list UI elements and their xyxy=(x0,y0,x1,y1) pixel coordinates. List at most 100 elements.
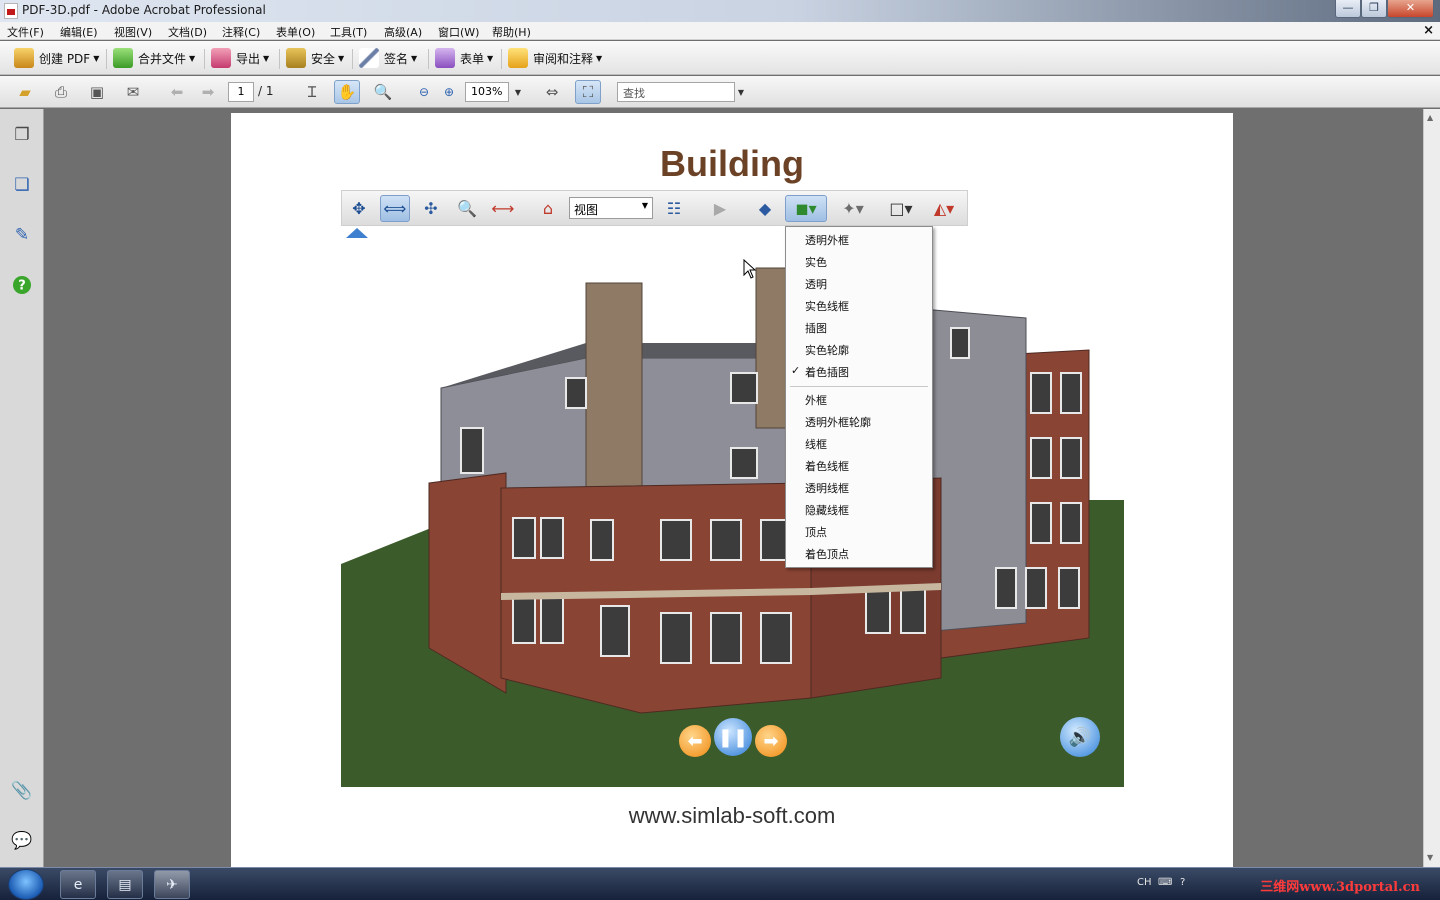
zoom-3d-icon[interactable]: 🔍 xyxy=(452,195,482,222)
menu-file[interactable]: 文件(F) xyxy=(7,24,44,40)
next-view-button[interactable]: ➡ xyxy=(755,725,787,757)
page-total-label: / 1 xyxy=(258,84,274,98)
render-mode-transparent-bounding-box-outline[interactable]: 透明外框轮廓 xyxy=(805,414,871,430)
fit-width-icon[interactable]: ⇔ xyxy=(539,80,565,104)
signatures-icon[interactable]: ✎ xyxy=(10,223,34,247)
watermark: 三维网www.3dportal.cn xyxy=(1260,880,1420,895)
render-mode-solid[interactable]: 实色 xyxy=(805,254,827,270)
render-mode-transparent-bounding-box[interactable]: 透明外框 xyxy=(805,232,849,248)
menu-view[interactable]: 视图(V) xyxy=(114,24,152,40)
spin-icon[interactable]: ⟺ xyxy=(380,195,410,222)
menu-edit[interactable]: 编辑(E) xyxy=(60,24,98,40)
pages-icon[interactable]: ❐ xyxy=(10,123,34,147)
close-document-icon[interactable]: × xyxy=(1423,23,1434,38)
menu-window[interactable]: 窗口(W) xyxy=(438,24,479,40)
page-number-input[interactable]: 1 xyxy=(228,82,254,102)
checkmark-icon: ✓ xyxy=(791,364,801,377)
website-url[interactable]: www.simlab-soft.com xyxy=(231,803,1233,829)
email-icon[interactable]: ✉ xyxy=(120,80,146,104)
menu-tools[interactable]: 工具(T) xyxy=(330,24,367,40)
pause-button[interactable]: ❚❚ xyxy=(714,718,752,756)
zoom-tool-icon[interactable]: 🔍 xyxy=(370,80,396,104)
zoom-dropdown-icon[interactable]: ▼ xyxy=(505,80,531,104)
forms-button[interactable]: 表单 ▼ xyxy=(435,46,493,70)
export-button[interactable]: 导出 ▼ xyxy=(211,46,269,70)
secure-button[interactable]: 安全 ▼ xyxy=(286,46,344,70)
render-mode-wireframe[interactable]: 线框 xyxy=(805,436,827,452)
projection-cube-icon[interactable]: ◆ xyxy=(750,195,780,222)
lighting-icon[interactable]: ✦▾ xyxy=(834,195,872,222)
combine-files-button[interactable]: 合并文件 ▼ xyxy=(113,46,195,70)
measure-icon[interactable]: ⟷ xyxy=(488,195,518,222)
maximize-button[interactable]: ❐ xyxy=(1361,0,1387,18)
ie-taskbar-icon[interactable]: e xyxy=(60,870,96,899)
render-mode-illustration[interactable]: 插图 xyxy=(805,320,827,336)
help-icon[interactable]: ? xyxy=(10,273,34,297)
comments-icon[interactable]: 💬 xyxy=(10,829,34,853)
pen-icon xyxy=(359,48,379,68)
previous-view-button[interactable]: ⬅ xyxy=(679,725,711,757)
render-mode-solid-outline[interactable]: 实色轮廓 xyxy=(805,342,849,358)
play-animation-icon[interactable]: ▶ xyxy=(705,195,735,222)
chevron-down-icon: ▼ xyxy=(411,53,418,63)
explorer-taskbar-icon[interactable]: ▤ xyxy=(107,870,143,899)
menu-advanced[interactable]: 高级(A) xyxy=(384,24,422,40)
language-indicator[interactable]: CH xyxy=(1137,877,1152,888)
window-title: PDF-3D.pdf - Adobe Acrobat Professional xyxy=(22,3,266,17)
acrobat-taskbar-icon[interactable]: ✈ xyxy=(154,870,190,899)
render-mode-transparent[interactable]: 透明 xyxy=(805,276,827,292)
render-mode-bounding-box[interactable]: 外框 xyxy=(805,392,827,408)
views-dropdown[interactable]: 视图 ▼ xyxy=(569,197,653,219)
render-mode-solid-wireframe[interactable]: 实色线框 xyxy=(805,298,849,314)
collapse-toolbar-icon[interactable] xyxy=(346,228,368,238)
chevron-down-icon: ▼ xyxy=(263,53,270,63)
attachments-icon[interactable]: 📎 xyxy=(10,779,34,803)
close-button[interactable]: ✕ xyxy=(1387,0,1434,18)
hand-tool-icon[interactable]: ✋ xyxy=(334,80,360,104)
find-input[interactable]: 查找 xyxy=(617,82,735,102)
sign-button[interactable]: 签名 ▼ xyxy=(359,46,417,70)
save-icon[interactable]: ▣ xyxy=(84,80,110,104)
sound-button[interactable]: 🔊 xyxy=(1060,717,1100,757)
find-dropdown-icon[interactable]: ▼ xyxy=(728,80,754,104)
scroll-down-icon[interactable]: ▼ xyxy=(1427,853,1433,862)
review-comment-button[interactable]: 审阅和注释 ▼ xyxy=(508,46,602,70)
model-tree-icon[interactable]: ☷ xyxy=(659,195,689,222)
toolbar-divider xyxy=(501,49,502,69)
select-text-icon[interactable]: Ɪ xyxy=(299,80,325,104)
window xyxy=(730,447,758,479)
render-mode-hidden-wireframe[interactable]: 隐藏线框 xyxy=(805,502,849,518)
background-color-icon[interactable]: □▾ xyxy=(882,195,920,222)
print-icon[interactable]: ⎙ xyxy=(48,80,74,104)
keyboard-icon[interactable]: ⌨ xyxy=(1158,877,1172,888)
next-page-icon[interactable]: ➡ xyxy=(195,80,221,104)
zoom-out-icon[interactable]: ⊖ xyxy=(411,80,437,104)
rotate-icon[interactable]: ✥ xyxy=(344,195,374,222)
minimize-button[interactable]: — xyxy=(1335,0,1361,18)
bookmarks-icon[interactable]: ❏ xyxy=(10,173,34,197)
menu-forms[interactable]: 表单(O) xyxy=(276,24,315,40)
render-mode-icon[interactable]: ◼▾ xyxy=(785,195,827,222)
3d-viewport[interactable] xyxy=(341,238,1124,787)
fit-page-icon[interactable]: ⛶ xyxy=(575,80,601,104)
render-mode-shaded-wireframe[interactable]: 着色线框 xyxy=(805,458,849,474)
home-icon[interactable]: ⌂ xyxy=(533,195,563,222)
render-mode-transparent-wireframe[interactable]: 透明线框 xyxy=(805,480,849,496)
start-button[interactable] xyxy=(8,869,44,900)
vertical-scrollbar[interactable]: ▲ ▼ xyxy=(1423,109,1440,867)
render-mode-shaded-illustration[interactable]: 着色插图 xyxy=(805,364,849,380)
zoom-in-icon[interactable]: ⊕ xyxy=(436,80,462,104)
scroll-up-icon[interactable]: ▲ xyxy=(1427,113,1433,122)
menu-help[interactable]: 帮助(H) xyxy=(492,24,531,40)
render-mode-shaded-vertices[interactable]: 着色顶点 xyxy=(805,546,849,562)
open-folder-icon[interactable]: ▰ xyxy=(12,80,38,104)
help-tray-icon[interactable]: ? xyxy=(1180,877,1185,888)
render-mode-vertices[interactable]: 顶点 xyxy=(805,524,827,540)
previous-page-icon[interactable]: ⬅ xyxy=(164,80,190,104)
zoom-level-input[interactable]: 103% xyxy=(465,82,509,102)
menu-document[interactable]: 文档(D) xyxy=(168,24,207,40)
create-pdf-button[interactable]: 创建 PDF ▼ xyxy=(14,46,99,70)
pan-icon[interactable]: ✣ xyxy=(416,195,446,222)
cross-section-icon[interactable]: ◭▾ xyxy=(925,195,963,222)
menu-comments[interactable]: 注释(C) xyxy=(222,24,260,40)
